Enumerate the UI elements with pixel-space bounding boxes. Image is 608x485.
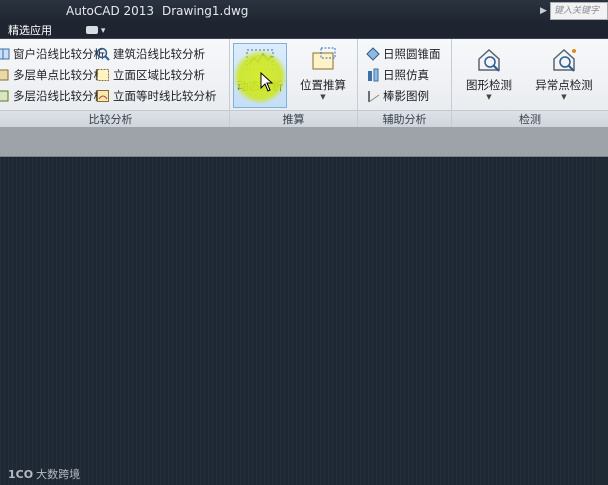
position-inference-button[interactable]: 位置推算 ▼ — [292, 43, 354, 108]
multi-point-compare-button[interactable]: 多层单点比较分析 — [0, 65, 105, 85]
sun-simulation-label: 日照仿真 — [383, 68, 429, 82]
facade-isochrone-compare-label: 立面等时线比较分析 — [113, 89, 217, 103]
tab-overflow-button[interactable]: ▾ — [86, 25, 110, 36]
dynamic-analysis-icon — [246, 49, 274, 71]
vertical-scrollbar[interactable] — [597, 158, 608, 485]
panel-inference: 动态分析 位置推算 ▼ 推算 — [230, 39, 358, 127]
anomaly-detection-icon — [553, 48, 576, 72]
search-expand-icon[interactable]: ▶ — [540, 4, 550, 18]
building-search-icon — [96, 47, 110, 61]
shape-detection-label: 图形检测 — [466, 78, 512, 92]
multi-point-compare-label: 多层单点比较分析 — [13, 68, 105, 82]
panel-compare-title: 比较分析 — [0, 110, 229, 127]
sun-simulation-button[interactable]: 日照仿真 — [366, 65, 429, 85]
building-line-compare-button[interactable]: 建筑沿线比较分析 — [96, 44, 205, 64]
panel-auxiliary-title: 辅助分析 — [358, 110, 451, 127]
building-line-compare-label: 建筑沿线比较分析 — [113, 47, 205, 61]
layers-point-icon — [0, 68, 10, 82]
shadow-chart-label: 棒影图例 — [383, 89, 429, 103]
file-tab-strip — [0, 127, 608, 157]
sun-cone-label: 日照圆锥面 — [383, 47, 441, 61]
panel-detection-title: 检测 — [452, 110, 608, 127]
shadow-chart-icon — [366, 89, 380, 103]
panel-detection: 图形检测 ▼ 异常点检测 ▼ 检测 — [452, 39, 608, 127]
drawing-canvas[interactable] — [0, 158, 608, 485]
position-inference-icon — [312, 47, 336, 70]
anomaly-detection-dropdown-icon[interactable]: ▼ — [526, 93, 602, 101]
watermark-text: 大数跨境 — [36, 468, 81, 481]
window-line-compare-button[interactable]: 窗户沿线比较分析 — [0, 44, 105, 64]
multi-line-compare-label: 多层沿线比较分析 — [13, 89, 105, 103]
shape-detection-dropdown-icon[interactable]: ▼ — [460, 93, 518, 101]
facade-area-compare-button[interactable]: 立面区域比较分析 — [96, 65, 205, 85]
tab-featured-apps[interactable]: 精选应用 — [0, 22, 60, 39]
window-icon — [0, 47, 10, 61]
ribbon-tab-row: 精选应用 ▾ — [0, 22, 608, 39]
shadow-chart-button[interactable]: 棒影图例 — [366, 86, 429, 106]
camera-icon — [86, 26, 98, 34]
sun-cone-icon — [366, 47, 380, 61]
panel-inference-title: 推算 — [230, 110, 357, 127]
facade-area-icon — [96, 68, 110, 82]
layers-line-icon — [0, 89, 10, 103]
facade-isochrone-icon — [96, 89, 110, 103]
position-inference-label: 位置推算 — [300, 78, 346, 92]
document-title: Drawing1.dwg — [162, 4, 249, 18]
watermark-logo: 1CO — [8, 468, 34, 481]
shape-detection-icon — [478, 48, 500, 72]
facade-area-compare-label: 立面区域比较分析 — [113, 68, 205, 82]
mouse-cursor-icon — [260, 72, 274, 92]
ribbon: 窗户沿线比较分析 多层单点比较分析 多层沿线比较分析 建筑沿线比较分析 立面区域… — [0, 39, 608, 127]
panel-auxiliary: 日照圆锥面 日照仿真 棒影图例 辅助分析 — [358, 39, 452, 127]
window-line-compare-label: 窗户沿线比较分析 — [13, 47, 105, 61]
anomaly-detection-label: 异常点检测 — [535, 78, 593, 92]
sun-simulation-icon — [366, 68, 380, 82]
position-inference-dropdown-icon[interactable]: ▼ — [292, 93, 354, 101]
app-title: AutoCAD 2013 — [66, 4, 155, 18]
search-input[interactable]: 键入关键字 — [550, 2, 608, 20]
shape-detection-button[interactable]: 图形检测 ▼ — [460, 43, 518, 108]
panel-compare-analysis: 窗户沿线比较分析 多层单点比较分析 多层沿线比较分析 建筑沿线比较分析 立面区域… — [0, 39, 230, 127]
watermark: 1CO 大数跨境 — [8, 466, 80, 482]
title-bar: AutoCAD 2013 Drawing1.dwg ▶ 键入关键字 — [0, 0, 608, 22]
sun-cone-button[interactable]: 日照圆锥面 — [366, 44, 441, 64]
multi-line-compare-button[interactable]: 多层沿线比较分析 — [0, 86, 105, 106]
anomaly-detection-button[interactable]: 异常点检测 ▼ — [526, 43, 602, 108]
facade-isochrone-compare-button[interactable]: 立面等时线比较分析 — [96, 86, 217, 106]
